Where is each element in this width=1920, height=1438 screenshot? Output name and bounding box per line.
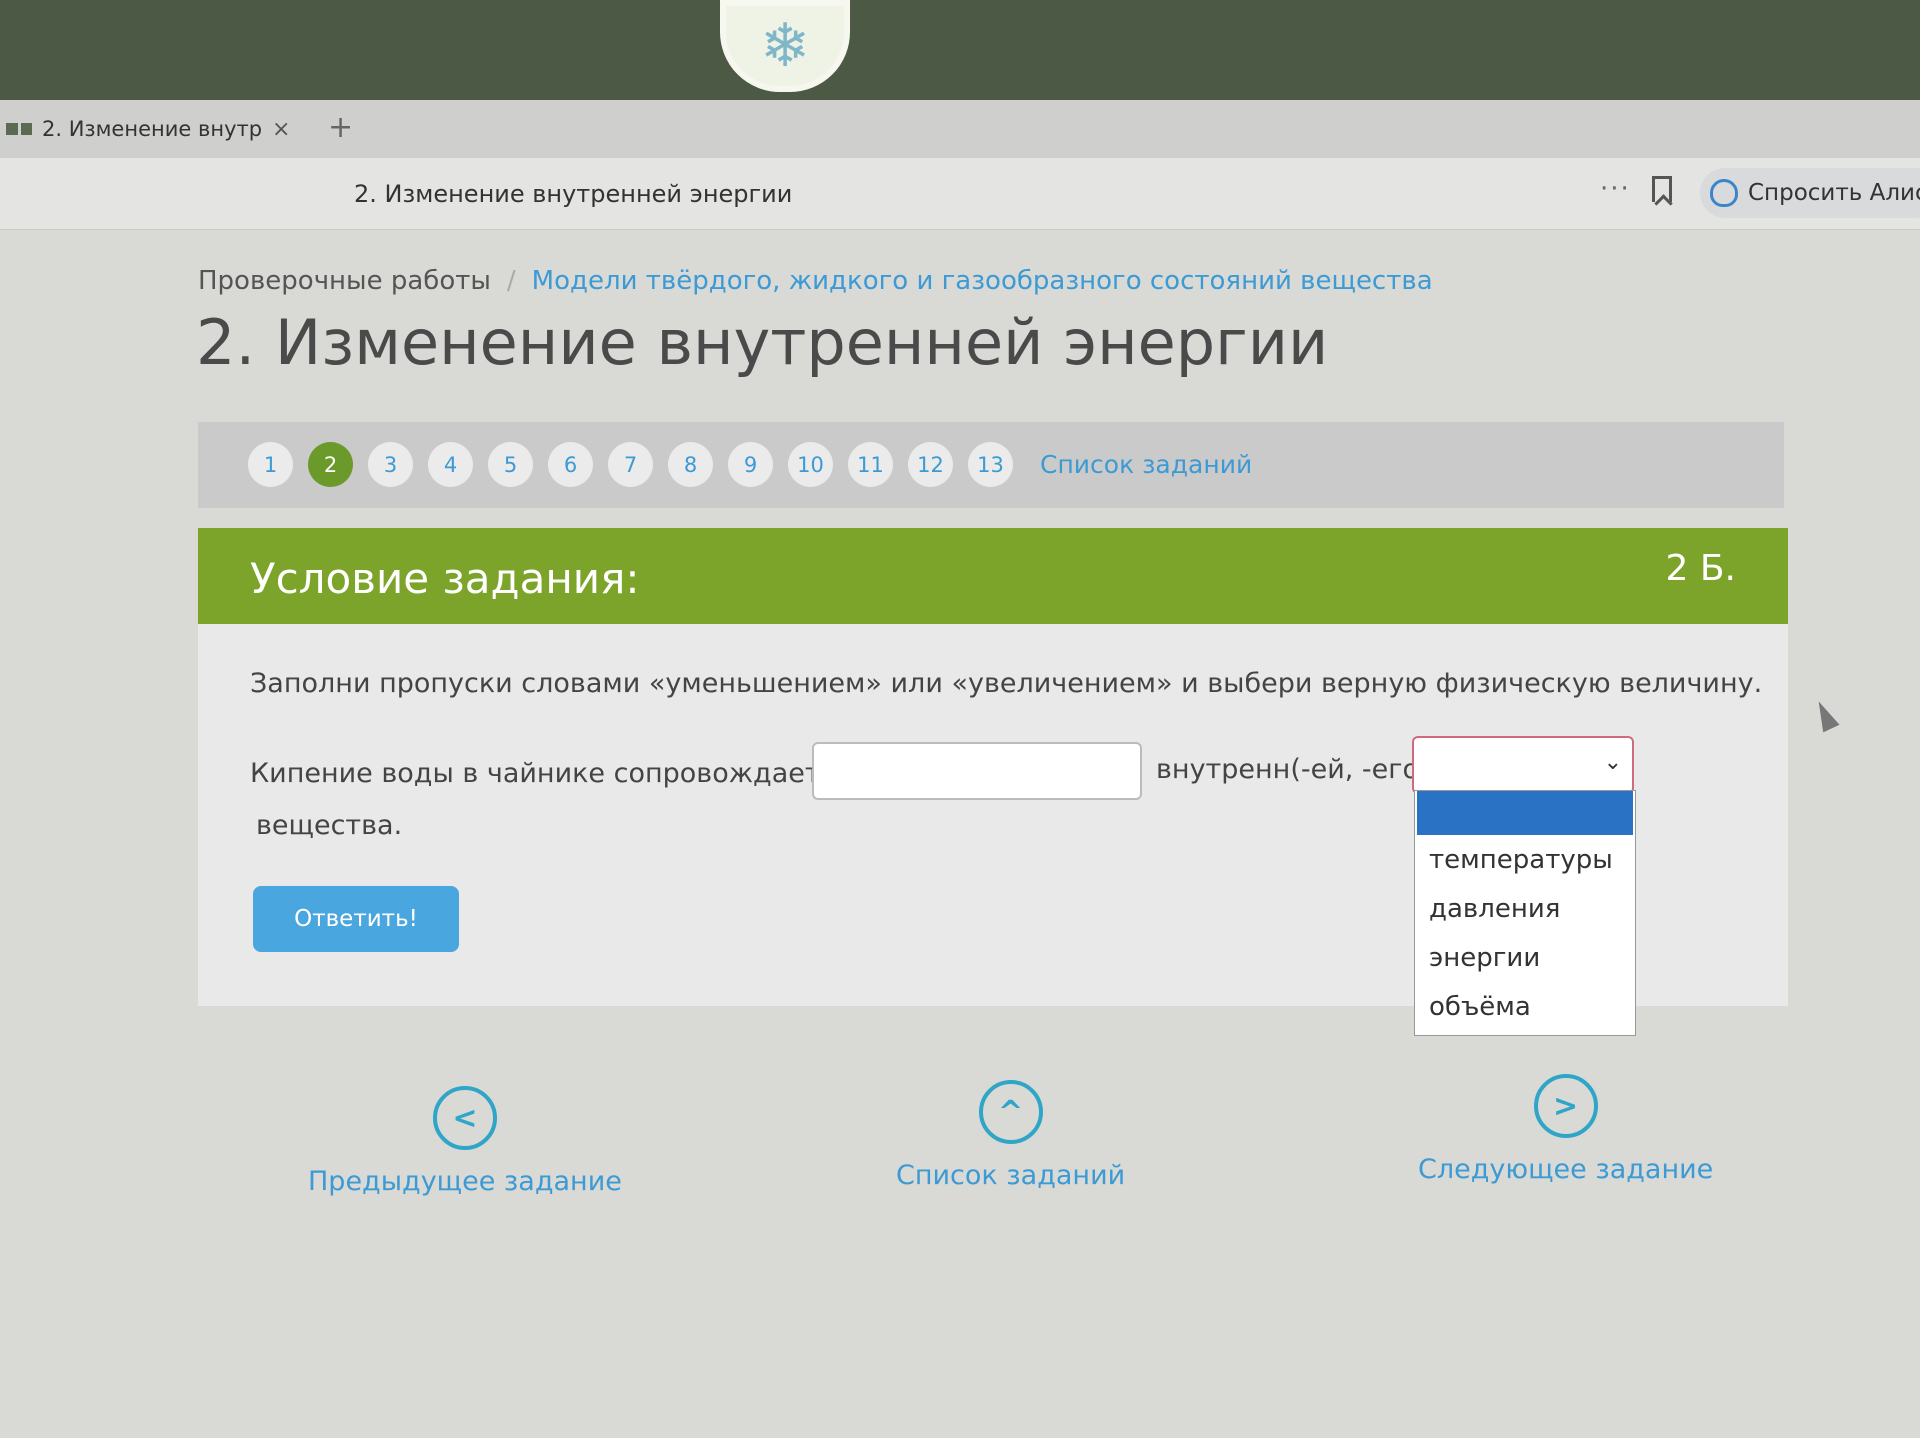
- task-header-title: Условие задания:: [250, 554, 640, 603]
- chevron-right-icon: >: [1533, 1074, 1598, 1138]
- dropdown-option[interactable]: энергии: [1415, 933, 1635, 982]
- close-icon[interactable]: ×: [272, 117, 290, 142]
- page-number[interactable]: 12: [908, 442, 953, 487]
- page-number[interactable]: 10: [788, 442, 833, 487]
- more-icon[interactable]: ···: [1600, 174, 1631, 204]
- page-number[interactable]: 7: [608, 442, 653, 487]
- select-dropdown-list: температуры давления энергии объёма: [1414, 790, 1636, 1036]
- bookmark-icon[interactable]: [1652, 176, 1672, 202]
- page-number[interactable]: 1: [248, 442, 293, 487]
- answer-input[interactable]: [812, 742, 1142, 800]
- submit-answer-button[interactable]: Ответить!: [253, 886, 459, 952]
- next-task-link[interactable]: > Следующее задание: [1418, 1074, 1713, 1185]
- page-number[interactable]: 13: [968, 442, 1013, 487]
- ask-alice-button[interactable]: Спросить Алис: [1700, 168, 1920, 218]
- prev-task-label: Предыдущее задание: [308, 1166, 622, 1197]
- snowflake-sticker-icon: ❄: [720, 0, 850, 92]
- address-title[interactable]: 2. Изменение внутренней энергии: [354, 180, 792, 208]
- next-task-label: Следующее задание: [1418, 1154, 1714, 1185]
- chevron-down-icon: ⌄: [1603, 750, 1622, 775]
- address-bar: 2. Изменение внутренней энергии ··· Спро…: [0, 158, 1920, 230]
- dropdown-option[interactable]: температуры: [1415, 835, 1635, 884]
- tab-title: 2. Изменение внутрен: [42, 117, 262, 141]
- favicon-icon: [6, 123, 32, 135]
- prev-task-link[interactable]: < Предыдущее задание: [308, 1086, 622, 1197]
- task-header: Условие задания: 2 Б.: [198, 528, 1788, 624]
- laptop-bezel: ❄: [0, 0, 1920, 100]
- sentence-start: Кипение воды в чайнике сопровождается: [250, 758, 852, 789]
- breadcrumb-item-models[interactable]: Модели твёрдого, жидкого и газообразного…: [532, 266, 1433, 296]
- page-number[interactable]: 5: [488, 442, 533, 487]
- dropdown-option-empty[interactable]: [1417, 791, 1633, 835]
- chevron-up-icon: ^: [978, 1080, 1043, 1144]
- mouse-cursor-icon: [1810, 697, 1840, 733]
- browser-tab[interactable]: 2. Изменение внутрен ×: [0, 106, 300, 152]
- breadcrumb-separator: /: [506, 266, 516, 296]
- page-number[interactable]: 8: [668, 442, 713, 487]
- sentence-middle: внутренн(-ей, -его): [1156, 754, 1430, 785]
- alice-icon: [1710, 179, 1738, 207]
- quantity-select[interactable]: ⌄: [1412, 736, 1634, 794]
- new-tab-button[interactable]: +: [328, 110, 353, 145]
- page-number[interactable]: 6: [548, 442, 593, 487]
- dropdown-option[interactable]: объёма: [1415, 982, 1635, 1031]
- ask-alice-label: Спросить Алис: [1748, 180, 1920, 206]
- task-list-link[interactable]: Список заданий: [1040, 450, 1252, 479]
- pager-items: 1 2 3 4 5 6 7 8 9 10 11 12 13 Список зад…: [248, 442, 1252, 487]
- breadcrumb-item-works[interactable]: Проверочные работы: [198, 266, 491, 296]
- task-pager: 1 2 3 4 5 6 7 8 9 10 11 12 13 Список зад…: [198, 422, 1784, 508]
- page-number-active[interactable]: 2: [308, 442, 353, 487]
- task-points: 2 Б.: [1665, 548, 1737, 589]
- page-number[interactable]: 3: [368, 442, 413, 487]
- task-list-nav-link[interactable]: ^ Список заданий: [896, 1080, 1125, 1191]
- task-list-label: Список заданий: [896, 1160, 1126, 1191]
- task-instruction: Заполни пропуски словами «уменьшением» и…: [250, 668, 1763, 699]
- page-number[interactable]: 11: [848, 442, 893, 487]
- breadcrumb: Проверочные работы / Модели твёрдого, жи…: [198, 266, 1433, 296]
- chevron-left-icon: <: [432, 1086, 497, 1150]
- page-title: 2. Изменение внутренней энергии: [196, 306, 1329, 379]
- tab-strip: 2. Изменение внутрен × +: [0, 100, 1920, 158]
- page-number[interactable]: 9: [728, 442, 773, 487]
- sentence-end: вещества.: [256, 810, 403, 841]
- page-number[interactable]: 4: [428, 442, 473, 487]
- dropdown-option[interactable]: давления: [1415, 884, 1635, 933]
